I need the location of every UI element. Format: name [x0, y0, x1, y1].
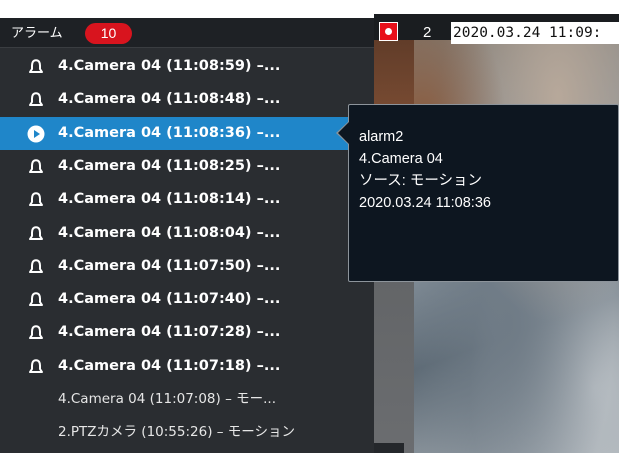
tooltip-source: ソース: モーション	[359, 173, 483, 189]
alarm-count-badge: 10	[85, 23, 132, 44]
alarm-item-label: 4.Camera 04 (11:07:18) –...	[58, 357, 281, 374]
alarm-item-label: 4.Camera 04 (11:08:36) –...	[58, 124, 281, 141]
bell-icon	[29, 358, 43, 373]
alarm-item-label: 4.Camera 04 (11:08:48) –...	[58, 91, 281, 108]
alarm-item-label: 4.Camera 04 (11:07:50) –...	[58, 257, 281, 274]
tooltip-alarm-name: alarm2	[359, 129, 404, 145]
alarm-item-label: 4.Camera 04 (11:08:25) –...	[58, 157, 281, 174]
alarm-list-item[interactable]: 4.Camera 04 (11:07:18) –...	[0, 350, 374, 383]
tooltip-arrow-fill	[338, 122, 349, 144]
alarm-list-item[interactable]: 4.Camera 04 (11:07:40) –...	[0, 283, 374, 316]
alarm-list-item[interactable]: 4.Camera 04 (11:08:48) –...	[0, 83, 374, 116]
bell-icon	[29, 292, 43, 307]
record-indicator-icon[interactable]	[379, 22, 398, 41]
alarm-item-label: 4.Camera 04 (11:08:14) –...	[58, 191, 281, 208]
record-dot-icon	[385, 28, 392, 35]
bell-icon	[29, 92, 43, 107]
bell-icon	[29, 192, 43, 207]
bell-icon	[29, 225, 43, 240]
bell-icon	[29, 325, 43, 340]
camera-timestamp: 2020.03.24 11:09:	[451, 22, 619, 44]
alarm-list-item[interactable]: 4.Camera 04 (11:07:08) – モー...	[0, 383, 374, 416]
alarm-item-label: 4.Camera 04 (11:07:40) –...	[58, 291, 281, 308]
play-icon	[27, 125, 45, 143]
alarm-item-label: 4.Camera 04 (11:07:08) – モー...	[58, 391, 276, 407]
alarm-item-label: 4.Camera 04 (11:07:28) –...	[58, 324, 281, 341]
alarm-item-label: 4.Camera 04 (11:08:04) –...	[58, 224, 281, 241]
camera-number: 2	[423, 24, 432, 41]
alarm-list-item[interactable]: 4.Camera 04 (11:07:28) –...	[0, 316, 374, 349]
tooltip-datetime: 2020.03.24 11:08:36	[359, 195, 491, 211]
alarm-item-label: 2.PTZカメラ (10:55:26) – モーション	[58, 424, 296, 441]
alarm-list-item[interactable]: 4.Camera 04 (11:08:25) –...	[0, 150, 374, 183]
bell-icon	[29, 59, 43, 73]
alarm-list-item[interactable]: 4.Camera 04 (11:08:59) –...	[0, 50, 374, 83]
tooltip-camera: 4.Camera 04	[359, 151, 443, 167]
alarm-list-item[interactable]: 4.Camera 04 (11:08:36) –...	[0, 116, 374, 150]
alarm-list-item[interactable]: 4.Camera 04 (11:07:50) –...	[0, 250, 374, 283]
alarm-list-item[interactable]: 4.Camera 04 (11:08:04) –...	[0, 217, 374, 250]
alarm-panel-title: アラーム	[11, 26, 63, 41]
alarm-list-item[interactable]: 4.Camera 04 (11:08:14) –...	[0, 183, 374, 216]
panel-scroll-edge	[374, 443, 404, 453]
bell-icon	[29, 258, 43, 273]
alarm-item-label: 4.Camera 04 (11:08:59) –...	[58, 58, 281, 74]
bell-icon	[29, 159, 43, 173]
alarm-list-item[interactable]: 2.PTZカメラ (10:55:26) – モーション	[0, 416, 374, 449]
